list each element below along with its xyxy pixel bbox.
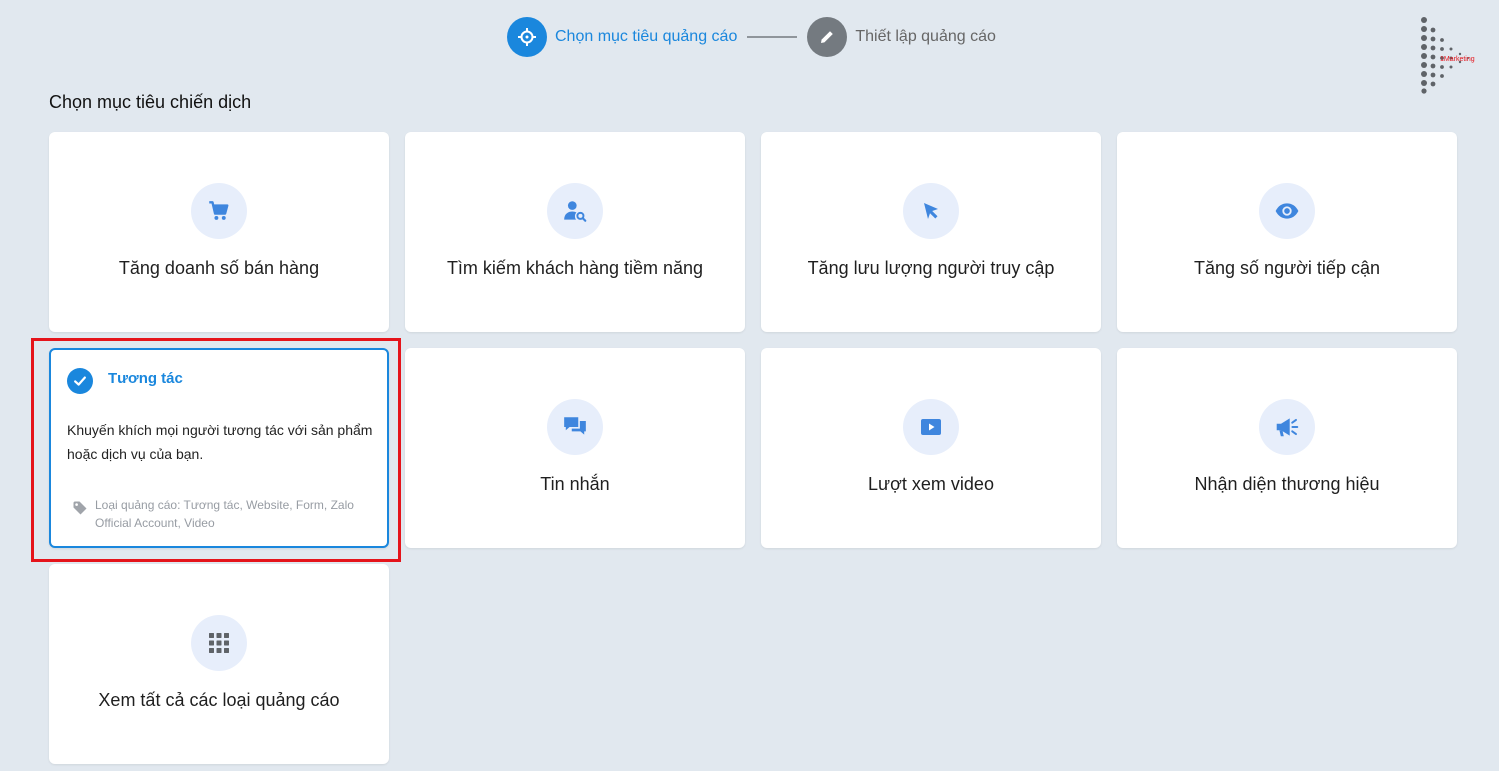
card-description: Khuyến khích mọi người tương tác với sản… [67, 422, 373, 462]
check-circle-icon [67, 368, 93, 394]
chat-icon [547, 399, 603, 455]
card-label: Xem tất cả các loại quảng cáo [98, 690, 340, 710]
pencil-icon [807, 17, 848, 57]
step-choose-objective[interactable]: Chọn mục tiêu quảng cáo [507, 17, 737, 57]
card-label: Nhận diện thương hiệu [1194, 474, 1380, 494]
objective-card-video-views[interactable]: Lượt xem video [761, 348, 1101, 548]
cursor-icon [903, 183, 959, 239]
objective-card-leads[interactable]: Tìm kiếm khách hàng tiềm năng [405, 132, 745, 332]
card-label: Tìm kiếm khách hàng tiềm năng [446, 258, 704, 278]
card-title: Tương tác [108, 370, 183, 387]
step-label: Chọn mục tiêu quảng cáo [555, 28, 738, 45]
grid-icon [191, 615, 247, 671]
objective-card-brand-awareness[interactable]: Nhận diện thương hiệu [1117, 348, 1457, 548]
step-label: Thiết lập quảng cáo [855, 28, 996, 45]
crosshair-icon [507, 17, 547, 57]
step-connector [747, 36, 798, 38]
user-search-icon [547, 183, 603, 239]
brand-logo: 1Marketing [1418, 16, 1482, 94]
objective-card-sales[interactable]: Tăng doanh số bán hàng [49, 132, 389, 332]
card-label: Tin nhắn [540, 474, 610, 494]
megaphone-icon [1259, 399, 1315, 455]
card-label: Tăng lưu lượng người truy cập [807, 258, 1055, 278]
video-play-icon [903, 399, 959, 455]
svg-text:1Marketing: 1Marketing [1440, 56, 1475, 63]
objective-card-reach[interactable]: Tăng số người tiếp cận [1117, 132, 1457, 332]
stepper: Chọn mục tiêu quảng cáo Thiết lập quảng … [507, 17, 996, 57]
card-label: Lượt xem video [868, 474, 994, 494]
cart-icon [191, 183, 247, 239]
eye-icon [1259, 183, 1315, 239]
card-label: Tăng doanh số bán hàng [118, 258, 320, 278]
tag-icon [72, 500, 88, 521]
objective-card-engagement[interactable]: Tương tác Khuyến khích mọi người tương t… [49, 348, 389, 548]
objective-card-messages[interactable]: Tin nhắn [405, 348, 745, 548]
objective-card-view-all[interactable]: Xem tất cả các loại quảng cáo [49, 564, 389, 764]
step-setup-ad[interactable]: Thiết lập quảng cáo [807, 17, 996, 57]
page-title: Chọn mục tiêu chiến dịch [49, 92, 252, 112]
objective-card-traffic[interactable]: Tăng lưu lượng người truy cập [761, 132, 1101, 332]
ad-types-text: Loại quảng cáo: Tương tác, Website, Form… [95, 498, 354, 530]
card-label: Tăng số người tiếp cận [1194, 258, 1380, 278]
